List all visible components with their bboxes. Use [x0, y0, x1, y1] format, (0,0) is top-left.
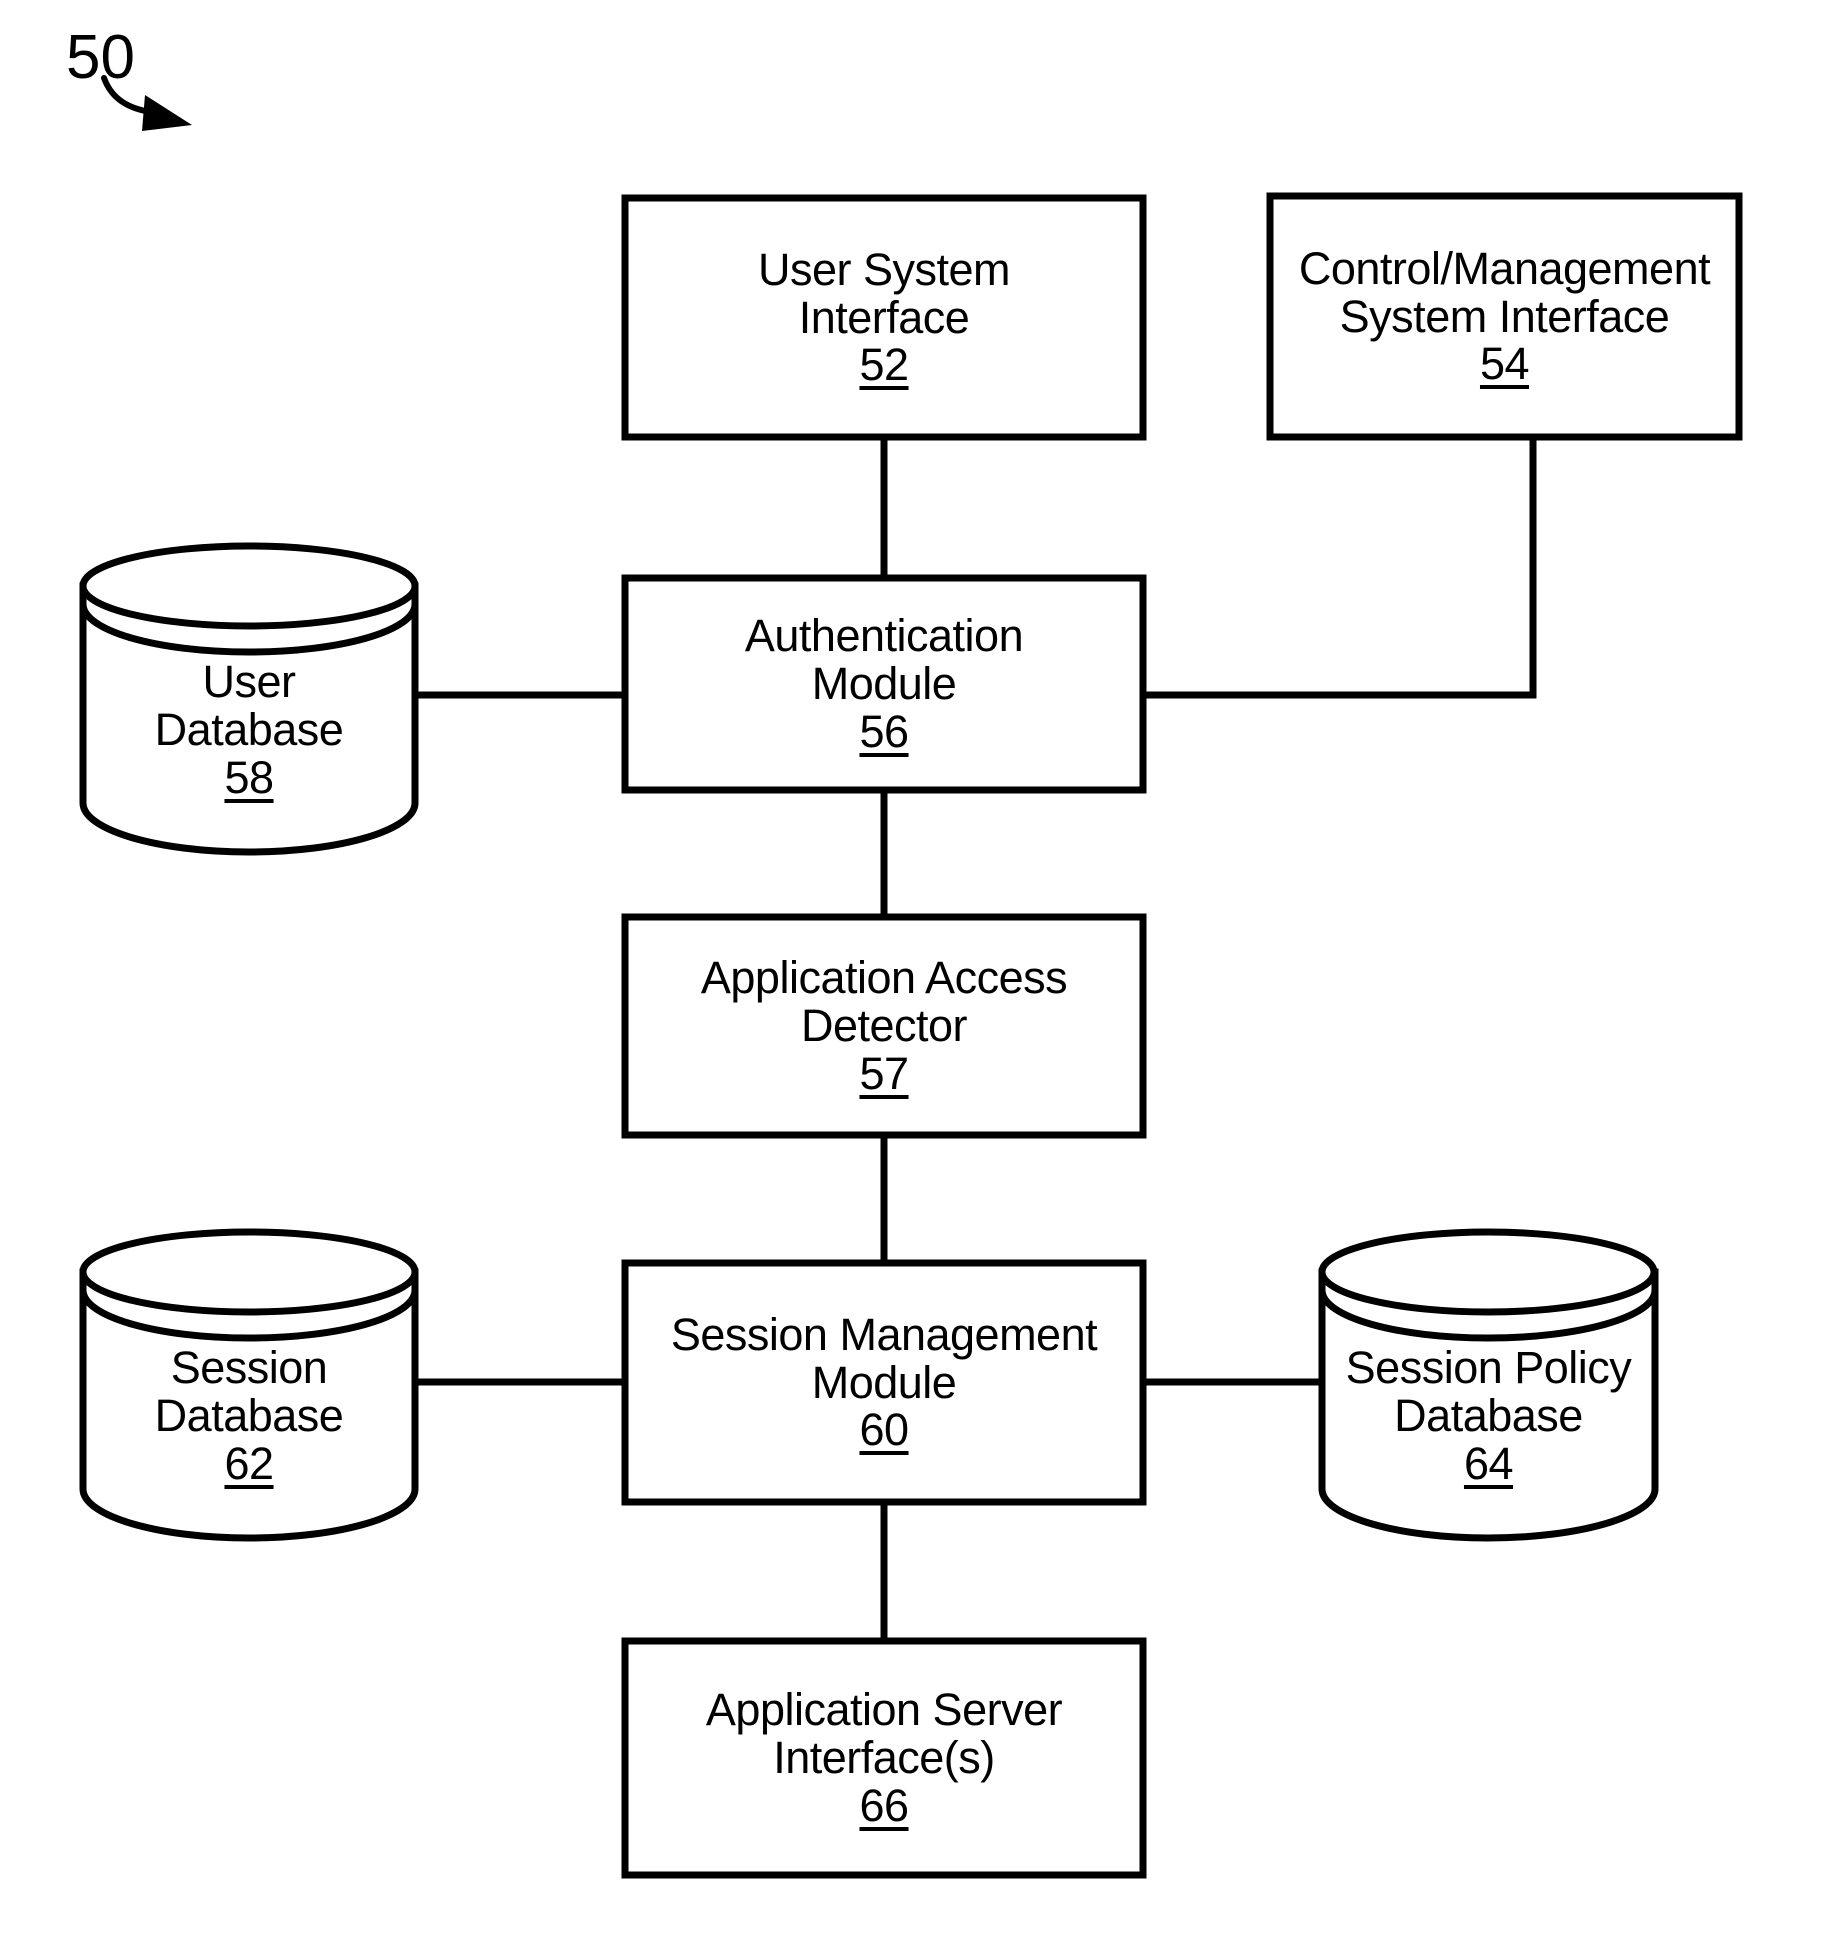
figure-number: 50: [66, 23, 135, 92]
connector-54-56: [1143, 437, 1537, 699]
node-shapes: [621, 192, 1743, 1879]
shape-user-database: [79, 542, 419, 856]
shape-session-policy-database: [1318, 1228, 1659, 1542]
shape-session-database: [79, 1228, 419, 1542]
shape-application-server-interface: [621, 1637, 1147, 1879]
shape-control-management-system-interface: [1266, 192, 1743, 441]
shape-application-access-detector: [621, 913, 1147, 1139]
shape-authentication-module: [621, 574, 1147, 794]
shape-session-management-module: [621, 1259, 1147, 1506]
diagram-canvas: [79, 75, 1743, 1879]
patent-figure: 50 User System Interface 52 Control/Mana…: [0, 0, 1834, 1934]
shape-user-system-interface: [621, 194, 1147, 441]
